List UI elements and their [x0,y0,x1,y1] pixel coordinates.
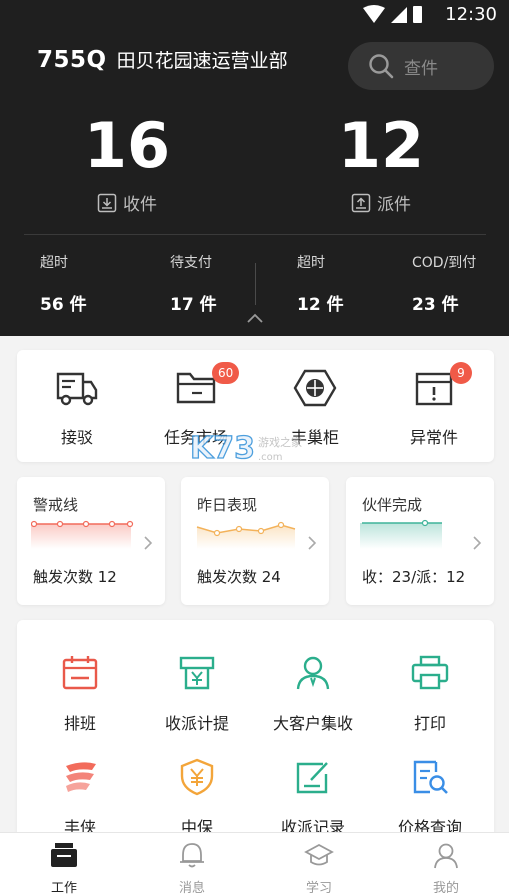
profile-icon [434,843,458,869]
tool-accrual[interactable]: 收派计提 [142,654,252,734]
header-panel: 12:30 755Q 田贝花园速运营业部 查件 16 收件 12 派件 超时 5… [0,0,509,336]
metric-value: 触发次数 12 [33,568,117,586]
quick-action-shuttle[interactable]: 接驳 [27,368,127,448]
metric-title: 警戒线 [33,496,79,514]
tool-records[interactable]: 收派记录 [258,758,368,838]
metric-card-alert-line[interactable]: 警戒线 触发次数 12 [17,477,165,605]
bell-icon [180,843,204,868]
tool-price-query[interactable]: 价格查询 [375,758,485,838]
status-time: 12:30 [445,4,497,25]
mini-stat-value: 56 件 [40,295,87,315]
locker-icon [293,369,337,407]
chevron-right-icon [144,536,153,550]
outbox-upload-icon [351,193,371,212]
task-market-badge: 60 [212,362,240,384]
printer-icon [411,655,449,690]
divider [255,263,256,305]
tool-zhongbao[interactable]: 中保 [142,758,252,838]
mini-stat-label: COD/到付 [412,255,477,271]
tab-work[interactable]: 工作 [24,841,104,894]
receive-count: 16 [83,109,171,182]
wing-icon [66,762,96,792]
receive-stat[interactable]: 16 收件 [47,109,207,216]
search-placeholder: 查件 [404,58,438,79]
truck-icon [56,372,98,406]
search-icon [369,54,394,79]
yuan-receipt-icon [179,656,215,690]
wifi-icon [363,5,385,23]
tool-label: 收派计提 [164,714,229,733]
chevron-up-icon[interactable] [246,312,264,324]
edit-record-icon [296,762,328,794]
tool-key-account[interactable]: 大客户集收 [258,654,368,734]
metric-card-yesterday[interactable]: 昨日表现 触发次数 24 [181,477,329,605]
tab-profile[interactable]: 我的 [406,841,486,894]
graduation-cap-icon [304,843,334,866]
mini-stat-value: 12 件 [297,295,344,315]
watermark-logo: K73 [190,431,255,466]
tab-label: 消息 [178,881,205,894]
tab-messages[interactable]: 消息 [152,841,232,894]
bottom-tab-bar: 工作 消息 学习 我的 [0,832,509,894]
exception-badge: 9 [450,362,472,384]
metric-value: 收：23/派：12 [362,568,466,586]
cell-signal-icon [391,7,407,23]
mini-stat-value: 23 件 [412,295,459,315]
mini-stat-receive-overdue[interactable]: 超时 56 件 [40,252,87,315]
price-search-icon [413,760,448,794]
metric-title: 伙伴完成 [362,496,423,514]
tools-grid: 排班 收派计提 大客户集收 打印 丰侠 中保 收派记录 价格查询 [17,620,494,860]
sparkline-chart [196,521,296,549]
metric-value: 触发次数 24 [197,568,281,586]
metric-title: 昨日表现 [197,496,258,514]
quick-action-label: 异常件 [409,428,458,447]
deliver-stat[interactable]: 12 派件 [301,109,461,216]
branch-name: 田贝花园速运营业部 [116,50,288,72]
branch-title: 755Q 田贝花园速运营业部 [37,46,288,73]
tool-print[interactable]: 打印 [375,654,485,734]
tool-schedule[interactable]: 排班 [25,654,135,734]
mini-stat-cod[interactable]: COD/到付 23 件 [412,252,476,315]
battery-icon [413,6,422,23]
search-button[interactable]: 查件 [348,42,494,90]
tab-label: 我的 [432,881,459,894]
tab-learning[interactable]: 学习 [279,841,359,894]
tool-label: 排班 [63,714,96,733]
sparkline-chart [360,519,442,549]
tool-label: 大客户集收 [272,714,353,733]
watermark: K73 游戏之家 .com [189,428,310,472]
watermark-url: .com [258,452,283,463]
sparkline-chart [31,520,134,549]
deliver-label: 派件 [377,195,411,215]
quick-action-label: 接驳 [60,428,93,447]
tool-label: 打印 [413,714,446,733]
shield-yuan-icon [180,758,214,796]
chevron-right-icon [473,536,482,550]
calendar-icon [62,656,98,690]
tool-fengxia[interactable]: 丰侠 [25,758,135,838]
branch-code: 755Q [37,47,107,73]
status-bar: 12:30 [0,0,509,30]
mini-stat-pending-payment[interactable]: 待支付 17 件 [170,252,217,315]
watermark-text: 游戏之家 [258,435,302,449]
metric-card-partner[interactable]: 伙伴完成 收：23/派：12 [346,477,494,605]
mini-stat-label: 超时 [40,255,68,271]
status-icons [363,5,422,23]
person-icon [296,656,330,690]
briefcase-icon [51,843,77,867]
mini-stat-deliver-overdue[interactable]: 超时 12 件 [297,252,344,315]
tab-label: 学习 [305,881,332,894]
mini-stat-label: 待支付 [170,255,212,271]
mini-stat-label: 超时 [297,255,325,271]
chevron-right-icon [308,536,317,550]
quick-action-exception[interactable]: 9 异常件 [384,362,484,448]
divider [24,234,486,235]
deliver-count: 12 [337,109,425,182]
receive-label: 收件 [123,195,157,215]
mini-stat-value: 17 件 [170,295,217,315]
tab-label: 工作 [50,881,77,894]
inbox-download-icon [97,193,117,212]
